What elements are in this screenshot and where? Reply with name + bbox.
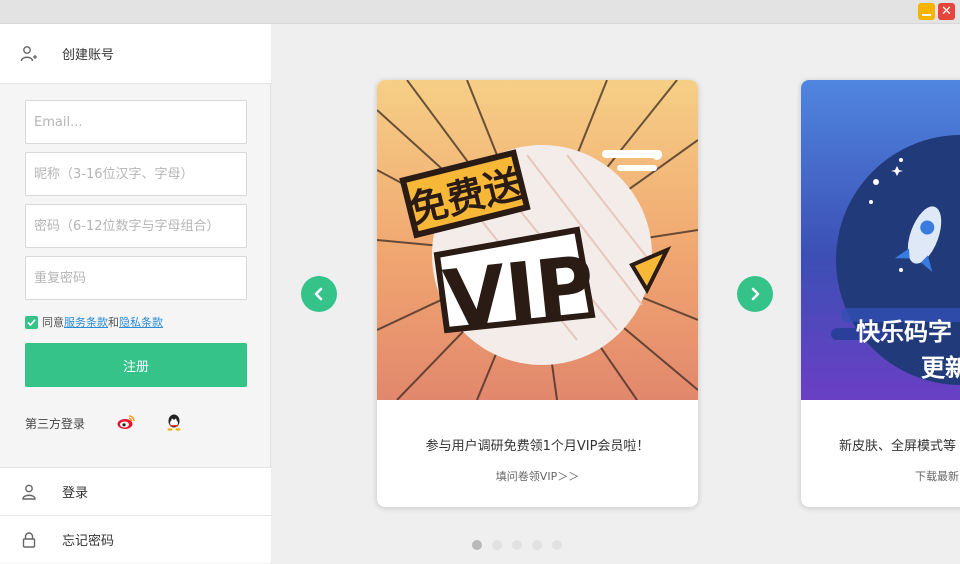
carousel: 免费送 VIP 参与用户调研免费领1个月VIP会员啦！ 填问卷领VIP＞＞ 快乐… (272, 24, 960, 564)
agree-checkbox[interactable] (25, 315, 38, 329)
minimize-button[interactable] (918, 3, 935, 20)
nickname-field[interactable] (25, 152, 247, 196)
create-account-label: 创建账号 (62, 48, 115, 63)
update-banner-image: 快乐码字 更新 (801, 80, 960, 400)
login-row[interactable]: 登录 (0, 467, 271, 515)
carousel-dot-5[interactable] (552, 540, 562, 550)
terms-link[interactable]: 服务条款 (64, 314, 108, 330)
chevron-right-icon (751, 287, 760, 301)
banner-text-happy-writing: 快乐码字 (856, 318, 952, 346)
carousel-dot-3[interactable] (512, 540, 522, 550)
carousel-dot-2[interactable] (492, 540, 502, 550)
privacy-link[interactable]: 隐私条款 (119, 314, 163, 330)
agree-terms: 同意 服务条款和隐私条款 (25, 314, 163, 330)
agree-and: 和 (108, 316, 119, 329)
user-icon (22, 484, 36, 500)
forgot-password-row[interactable]: 忘记密码 (0, 515, 271, 563)
carousel-dots (472, 540, 562, 550)
forgot-password-label: 忘记密码 (62, 534, 115, 549)
vip-card-link[interactable]: 填问卷领VIP＞＞ (377, 468, 698, 484)
banner-text-update: 更新 (921, 354, 960, 382)
password-field[interactable] (25, 204, 247, 248)
banner-text-vip: VIP (440, 238, 599, 346)
next-arrow-button[interactable] (737, 276, 773, 312)
register-button[interactable]: 注册 (25, 343, 247, 387)
close-button[interactable]: ✕ (938, 3, 955, 20)
vip-card-title: 参与用户调研免费领1个月VIP会员啦！ (425, 439, 650, 454)
email-field[interactable] (25, 100, 247, 144)
weibo-icon[interactable] (116, 412, 136, 432)
add-user-icon (20, 45, 37, 61)
repeat-password-field[interactable] (25, 256, 247, 300)
carousel-dot-4[interactable] (532, 540, 542, 550)
title-bar: ✕ (0, 0, 960, 24)
login-label: 登录 (62, 486, 89, 501)
carousel-dot-1[interactable] (472, 540, 482, 550)
chevron-left-icon (314, 287, 323, 301)
third-party-label: 第三方登录 (25, 417, 86, 431)
sidebar: 创建账号 同意服务条款和隐私条款 注册 第三方登录 登录 (0, 24, 271, 564)
update-card-title: 新皮肤、全屏模式等 (839, 439, 957, 454)
update-card-link[interactable]: 下载最新 (801, 468, 960, 484)
lock-icon (22, 531, 36, 548)
prev-arrow-button[interactable] (301, 276, 337, 312)
check-icon (27, 318, 36, 326)
promo-card-vip[interactable]: 免费送 VIP 参与用户调研免费领1个月VIP会员啦！ 填问卷领VIP＞＞ (377, 80, 698, 507)
vip-banner-image: 免费送 VIP (377, 80, 698, 400)
qq-icon[interactable] (164, 412, 184, 432)
create-account-header[interactable]: 创建账号 (0, 24, 271, 84)
agree-prefix: 同意 (42, 316, 64, 329)
promo-card-update[interactable]: 快乐码字 更新 新皮肤、全屏模式等 下载最新 (801, 80, 960, 507)
